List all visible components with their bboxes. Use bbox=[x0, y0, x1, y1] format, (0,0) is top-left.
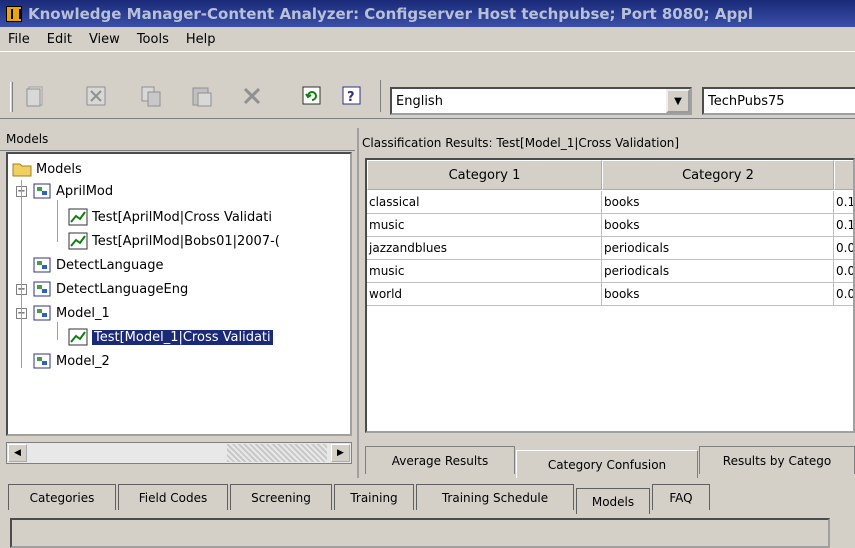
tab-categories[interactable]: Categories bbox=[8, 484, 116, 510]
server-select[interactable]: TechPubs75 bbox=[702, 87, 855, 115]
table-cell: periodicals bbox=[602, 237, 834, 260]
tree-item-label: Test[AprilMod|Cross Validati bbox=[92, 209, 272, 225]
toolbar-grip[interactable] bbox=[10, 82, 13, 112]
help-icon[interactable]: ? bbox=[338, 82, 366, 110]
table-cell: music bbox=[367, 260, 602, 283]
menu-bar: File Edit View Tools Help bbox=[0, 27, 855, 51]
tab-category-confusion[interactable]: Category Confusion bbox=[516, 450, 698, 478]
tab-average-results[interactable]: Average Results bbox=[365, 446, 515, 474]
menu-file[interactable]: File bbox=[8, 32, 30, 47]
delete-icon[interactable] bbox=[238, 82, 266, 110]
model-icon bbox=[33, 353, 51, 369]
model-icon bbox=[33, 281, 51, 297]
refresh-icon[interactable] bbox=[298, 82, 326, 110]
tab-field-codes[interactable]: Field Codes bbox=[118, 484, 228, 510]
table-cell: periodicals bbox=[602, 260, 834, 283]
svg-text:?: ? bbox=[347, 90, 355, 105]
server-value: TechPubs75 bbox=[708, 93, 785, 109]
tree-item-label: Model_1 bbox=[56, 305, 110, 321]
tree-item-aprilmod[interactable]: AprilMod bbox=[32, 180, 113, 202]
toolbar-separator bbox=[380, 80, 381, 112]
column-header[interactable]: Category 2 bbox=[602, 160, 834, 190]
copy-icon[interactable] bbox=[137, 82, 165, 110]
chevron-down-icon[interactable]: ▼ bbox=[666, 89, 690, 113]
table-cell: 0.0 bbox=[834, 237, 853, 260]
tree-line bbox=[57, 322, 58, 340]
menu-edit[interactable]: Edit bbox=[47, 32, 72, 47]
tab-faq[interactable]: FAQ bbox=[652, 484, 710, 510]
tree-item-detectlanguageeng[interactable]: DetectLanguageEng bbox=[32, 278, 188, 300]
window-title: Knowledge Manager-Content Analyzer: Conf… bbox=[28, 4, 754, 23]
tree-item-label: DetectLanguage bbox=[56, 257, 164, 273]
tab-results-by-category[interactable]: Results by Catego bbox=[699, 446, 855, 474]
tree-item-models-root[interactable]: Models bbox=[12, 158, 82, 180]
menu-help[interactable]: Help bbox=[186, 32, 216, 47]
tree-item-label: DetectLanguageEng bbox=[56, 281, 189, 297]
table-cell: books bbox=[602, 191, 834, 214]
table-cell: classical bbox=[367, 191, 602, 214]
table-cell: world bbox=[367, 283, 602, 306]
column-header[interactable]: Category 1 bbox=[367, 160, 602, 190]
tree-item-test-aprilmod-cross[interactable]: Test[AprilMod|Cross Validati bbox=[68, 206, 272, 228]
tree-line bbox=[21, 180, 22, 368]
table-cell: jazzandblues bbox=[367, 237, 602, 260]
models-pane-header: Models bbox=[6, 132, 49, 146]
folder-icon bbox=[12, 163, 32, 177]
column-header[interactable] bbox=[834, 160, 853, 190]
divider bbox=[0, 150, 355, 151]
pane-splitter[interactable] bbox=[357, 128, 359, 478]
table-cell: 0.0 bbox=[834, 260, 853, 283]
scroll-left-icon[interactable]: ◀ bbox=[8, 444, 27, 462]
tree-item-model-2[interactable]: Model_2 bbox=[32, 350, 110, 372]
tree-item-model-1[interactable]: Model_1 bbox=[32, 302, 110, 324]
results-pane-header: Classification Results: Test[Model_1|Cro… bbox=[362, 136, 680, 150]
language-select[interactable]: English ▼ bbox=[390, 87, 692, 115]
tab-models[interactable]: Models bbox=[576, 488, 650, 514]
chart-icon bbox=[68, 232, 88, 250]
scroll-thumb[interactable] bbox=[227, 444, 327, 462]
table-cell: music bbox=[367, 214, 602, 237]
table-cell: 0.1 bbox=[834, 191, 853, 214]
tree-item-label: AprilMod bbox=[56, 183, 114, 199]
tree-item-label: Models bbox=[36, 161, 82, 177]
tree-item-test-model-1-cross[interactable]: Test[Model_1|Cross Validati bbox=[68, 326, 273, 348]
table-cell: 0.1 bbox=[834, 214, 853, 237]
tree-item-label: Test[AprilMod|Bobs01|2007-( bbox=[92, 233, 280, 249]
tree-item-label: Test[Model_1|Cross Validati bbox=[92, 329, 273, 345]
cut-icon[interactable] bbox=[82, 82, 110, 110]
results-table: Category 1 Category 2 classical books 0.… bbox=[365, 158, 855, 433]
paste-icon[interactable] bbox=[188, 82, 216, 110]
menu-tools[interactable]: Tools bbox=[137, 32, 169, 47]
new-document-icon[interactable] bbox=[22, 82, 50, 110]
table-cell: 0.0 bbox=[834, 283, 853, 306]
status-bar bbox=[10, 518, 830, 548]
tab-training-schedule[interactable]: Training Schedule bbox=[416, 484, 574, 510]
models-tree[interactable]: Models − AprilMod Test[AprilMod|Cross Va… bbox=[6, 152, 352, 436]
tree-line bbox=[57, 200, 58, 242]
model-icon bbox=[33, 257, 51, 273]
table-cell: books bbox=[602, 283, 834, 306]
app-icon bbox=[6, 5, 22, 22]
tree-item-label: Model_2 bbox=[56, 353, 110, 369]
model-icon bbox=[33, 183, 51, 199]
chart-icon bbox=[68, 208, 88, 226]
tree-item-detectlanguage[interactable]: DetectLanguage bbox=[32, 254, 164, 276]
language-value: English bbox=[396, 93, 443, 109]
tree-horizontal-scrollbar[interactable]: ◀ ▶ bbox=[6, 442, 352, 464]
scroll-right-icon[interactable]: ▶ bbox=[331, 444, 350, 462]
tab-screening[interactable]: Screening bbox=[230, 484, 332, 510]
menu-view[interactable]: View bbox=[89, 32, 120, 47]
model-icon bbox=[33, 305, 51, 321]
tab-training[interactable]: Training bbox=[334, 484, 414, 510]
table-cell: books bbox=[602, 214, 834, 237]
title-bar: Knowledge Manager-Content Analyzer: Conf… bbox=[0, 0, 855, 27]
chart-icon bbox=[68, 328, 88, 346]
tree-item-test-aprilmod-bobs[interactable]: Test[AprilMod|Bobs01|2007-( bbox=[68, 230, 280, 252]
